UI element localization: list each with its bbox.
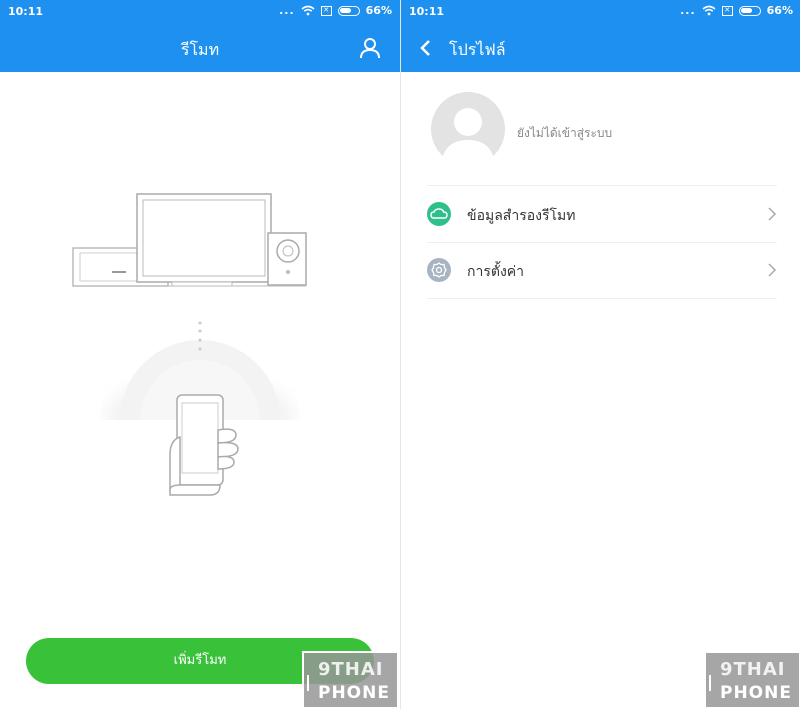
status-bar: 10:11 ... ✕ 66% xyxy=(0,0,400,24)
wifi-icon xyxy=(301,5,315,16)
menu-label: การตั้งค่า xyxy=(467,264,525,280)
user-icon[interactable] xyxy=(358,36,382,60)
gear-icon xyxy=(427,258,451,282)
divider xyxy=(427,298,777,299)
battery-icon xyxy=(738,5,761,16)
chevron-right-icon xyxy=(768,263,777,277)
battery-percent: 66% xyxy=(365,4,392,17)
menu-label: ข้อมูลสำรองรีโมท xyxy=(467,208,576,224)
navbar: รีโมท xyxy=(0,28,400,68)
chevron-right-icon xyxy=(768,207,777,221)
watermark-logo: 9THAI PHONE xyxy=(302,651,399,709)
navbar: โปรไฟล์ xyxy=(401,28,800,68)
status-time: 10:11 xyxy=(8,5,44,18)
battery-percent: 66% xyxy=(766,4,793,17)
header-bar: 10:11 ... ✕ 66% โปรไฟล์ xyxy=(401,0,800,72)
status-bar: 10:11 ... ✕ 66% xyxy=(401,0,800,24)
no-sim-icon: ✕ xyxy=(320,5,332,16)
more-dots: ... xyxy=(279,4,295,17)
watermark-logo: 9THAI PHONE xyxy=(704,651,800,709)
no-sim-icon: ✕ xyxy=(721,5,733,16)
status-icons: ... ✕ 66% xyxy=(279,4,392,17)
login-status[interactable]: ยังไม่ได้เข้าสู่ระบบ xyxy=(517,124,612,143)
page-title: โปรไฟล์ xyxy=(449,40,506,59)
remote-screen: 10:11 ... ✕ 66% รีโมท เพิ่มรีโมท 9THAI P… xyxy=(0,0,400,709)
status-icons: ... ✕ 66% xyxy=(680,4,793,17)
header-bar: 10:11 ... ✕ 66% รีโมท xyxy=(0,0,400,72)
menu-item-settings[interactable]: การตั้งค่า xyxy=(401,242,800,298)
battery-icon xyxy=(337,5,360,16)
default-avatar-icon[interactable] xyxy=(431,92,505,166)
back-arrow-icon[interactable] xyxy=(415,37,437,59)
status-time: 10:11 xyxy=(409,5,445,18)
cloud-icon xyxy=(427,202,451,226)
menu-item-remote-backup[interactable]: ข้อมูลสำรองรีโมท xyxy=(401,186,800,242)
device-illustration xyxy=(72,193,307,496)
more-dots: ... xyxy=(680,4,696,17)
profile-screen: 10:11 ... ✕ 66% โปรไฟล์ ยังไม่ได้เข้าสู่… xyxy=(400,0,800,709)
wifi-icon xyxy=(702,5,716,16)
page-title: รีโมท xyxy=(180,40,220,59)
